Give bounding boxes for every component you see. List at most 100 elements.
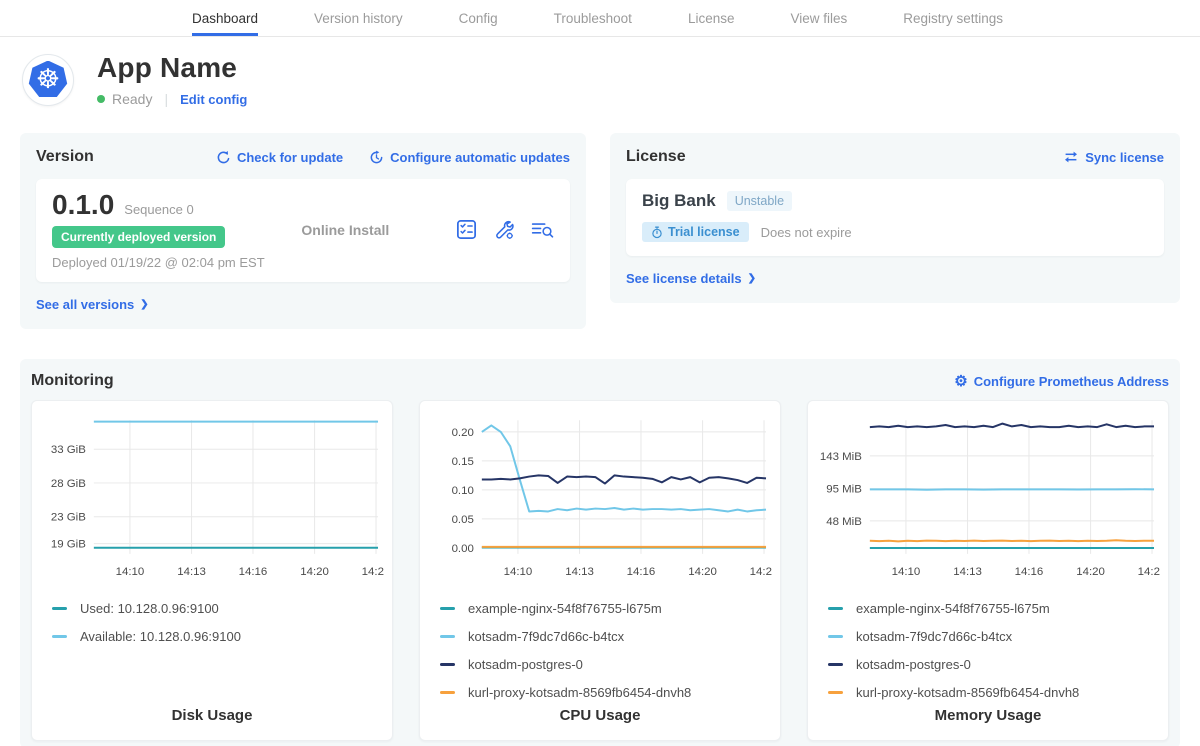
- memory-usage-legend: example-nginx-54f8f76755-l675mkotsadm-7f…: [816, 594, 1160, 706]
- monitoring-title: Monitoring: [31, 372, 114, 390]
- preflight-checks-button[interactable]: [456, 219, 477, 240]
- chevron-right-icon: ❯: [748, 273, 756, 284]
- tab-config[interactable]: Config: [459, 0, 498, 36]
- legend-label: Used: 10.128.0.96:9100: [80, 601, 219, 616]
- chart-title-cpu: CPU Usage: [428, 707, 772, 726]
- configure-automatic-updates-label: Configure automatic updates: [390, 150, 570, 165]
- svg-text:14:10: 14:10: [892, 566, 921, 578]
- license-customer-name: Big Bank: [642, 191, 716, 211]
- svg-text:14:10: 14:10: [504, 566, 533, 578]
- legend-item: example-nginx-54f8f76755-l675m: [440, 594, 772, 622]
- trial-license-badge: Trial license: [642, 222, 749, 242]
- legend-item: kotsadm-7f9dc7d66c-b4tcx: [828, 622, 1160, 650]
- svg-text:14:23: 14:23: [750, 566, 772, 578]
- legend-item: Available: 10.128.0.96:9100: [52, 622, 384, 650]
- channel-badge: Unstable: [727, 191, 792, 211]
- legend-swatch: [440, 663, 455, 666]
- see-license-details-label: See license details: [626, 271, 742, 286]
- legend-item: kotsadm-postgres-0: [828, 650, 1160, 678]
- check-for-update-label: Check for update: [237, 150, 343, 165]
- currently-deployed-badge: Currently deployed version: [52, 226, 225, 248]
- edit-config-icon-button[interactable]: [493, 219, 515, 241]
- svg-text:14:20: 14:20: [1076, 566, 1105, 578]
- svg-text:23 GiB: 23 GiB: [51, 512, 86, 524]
- refresh-icon: [216, 150, 231, 165]
- configure-automatic-updates-button[interactable]: Configure automatic updates: [369, 150, 570, 165]
- memory-usage-panel: 14:1014:1314:1614:2014:23143 MiB95 MiB48…: [807, 400, 1169, 741]
- app-logo: ☸: [22, 54, 74, 106]
- tab-registry-settings[interactable]: Registry settings: [903, 0, 1003, 36]
- tab-dashboard[interactable]: Dashboard: [192, 0, 258, 36]
- clock-refresh-icon: [369, 150, 384, 165]
- legend-swatch: [828, 663, 843, 666]
- status-text: Ready: [112, 91, 152, 107]
- see-all-versions-link[interactable]: See all versions ❯: [36, 297, 149, 312]
- monitoring-card: Monitoring ⚙ Configure Prometheus Addres…: [20, 359, 1180, 746]
- legend-item: kotsadm-7f9dc7d66c-b4tcx: [440, 622, 772, 650]
- cpu-usage-legend: example-nginx-54f8f76755-l675mkotsadm-7f…: [428, 594, 772, 706]
- checklist-icon: [456, 219, 477, 240]
- view-diff-button[interactable]: [531, 220, 554, 240]
- svg-text:33 GiB: 33 GiB: [51, 444, 86, 456]
- legend-label: kotsadm-postgres-0: [468, 657, 583, 672]
- license-card: License Sync license Big Bank Unstable: [610, 133, 1180, 303]
- license-expiry: Does not expire: [761, 225, 852, 240]
- svg-text:0.05: 0.05: [452, 514, 474, 526]
- svg-text:14:16: 14:16: [239, 566, 268, 578]
- legend-swatch: [828, 691, 843, 694]
- sync-license-label: Sync license: [1085, 150, 1164, 165]
- check-for-update-button[interactable]: Check for update: [216, 150, 343, 165]
- tab-view-files[interactable]: View files: [790, 0, 847, 36]
- install-type-label: Online Install: [301, 222, 389, 238]
- svg-text:14:23: 14:23: [1138, 566, 1160, 578]
- trial-license-label: Trial license: [668, 225, 740, 239]
- disk-usage-panel: 14:1014:1314:1614:2014:2333 GiB28 GiB23 …: [31, 400, 393, 741]
- svg-text:28 GiB: 28 GiB: [51, 478, 86, 490]
- tab-version-history[interactable]: Version history: [314, 0, 403, 36]
- legend-item: Used: 10.128.0.96:9100: [52, 594, 384, 622]
- gear-icon: ⚙: [954, 374, 967, 389]
- chevron-right-icon: ❯: [140, 299, 148, 310]
- legend-item: kurl-proxy-kotsadm-8569fb6454-dnvh8: [440, 678, 772, 706]
- svg-text:0.00: 0.00: [452, 543, 474, 555]
- legend-label: kurl-proxy-kotsadm-8569fb6454-dnvh8: [468, 685, 691, 700]
- svg-text:143 MiB: 143 MiB: [820, 451, 862, 463]
- svg-text:14:10: 14:10: [116, 566, 145, 578]
- see-license-details-link[interactable]: See license details ❯: [626, 271, 756, 286]
- sync-license-button[interactable]: Sync license: [1063, 150, 1164, 165]
- svg-text:95 MiB: 95 MiB: [826, 484, 862, 496]
- disk-usage-chart: 14:1014:1314:1614:2014:2333 GiB28 GiB23 …: [40, 410, 384, 582]
- tab-troubleshoot[interactable]: Troubleshoot: [554, 0, 632, 36]
- configure-prometheus-button[interactable]: ⚙ Configure Prometheus Address: [954, 374, 1169, 389]
- version-number: 0.1.0: [52, 189, 114, 221]
- edit-config-link[interactable]: Edit config: [180, 92, 247, 107]
- page-title: App Name: [97, 52, 247, 84]
- svg-text:0.15: 0.15: [452, 456, 474, 468]
- lines-magnifier-icon: [531, 220, 554, 240]
- top-tab-bar: Dashboard Version history Config Trouble…: [0, 0, 1200, 37]
- legend-item: kurl-proxy-kotsadm-8569fb6454-dnvh8: [828, 678, 1160, 706]
- svg-text:14:23: 14:23: [362, 566, 384, 578]
- kubernetes-icon: ☸: [28, 61, 68, 99]
- legend-item: kotsadm-postgres-0: [440, 650, 772, 678]
- status-dot: [97, 95, 105, 103]
- legend-label: kotsadm-postgres-0: [856, 657, 971, 672]
- chart-title-memory: Memory Usage: [816, 707, 1160, 726]
- cpu-usage-panel: 14:1014:1314:1614:2014:230.200.150.100.0…: [419, 400, 781, 741]
- sync-icon: [1063, 150, 1079, 164]
- legend-swatch: [828, 635, 843, 638]
- legend-label: Available: 10.128.0.96:9100: [80, 629, 241, 644]
- legend-swatch: [440, 635, 455, 638]
- wrench-gear-icon: [493, 219, 515, 241]
- version-card: Version Check for update Configure au: [20, 133, 586, 329]
- legend-swatch: [52, 635, 67, 638]
- app-header: ☸ App Name Ready | Edit config: [0, 37, 1200, 129]
- svg-text:14:16: 14:16: [1015, 566, 1044, 578]
- configure-prometheus-label: Configure Prometheus Address: [974, 374, 1169, 389]
- svg-text:14:13: 14:13: [953, 566, 982, 578]
- tab-license[interactable]: License: [688, 0, 735, 36]
- svg-text:14:13: 14:13: [177, 566, 206, 578]
- chart-title-disk: Disk Usage: [40, 707, 384, 726]
- stopwatch-icon: [651, 226, 663, 239]
- see-all-versions-label: See all versions: [36, 297, 134, 312]
